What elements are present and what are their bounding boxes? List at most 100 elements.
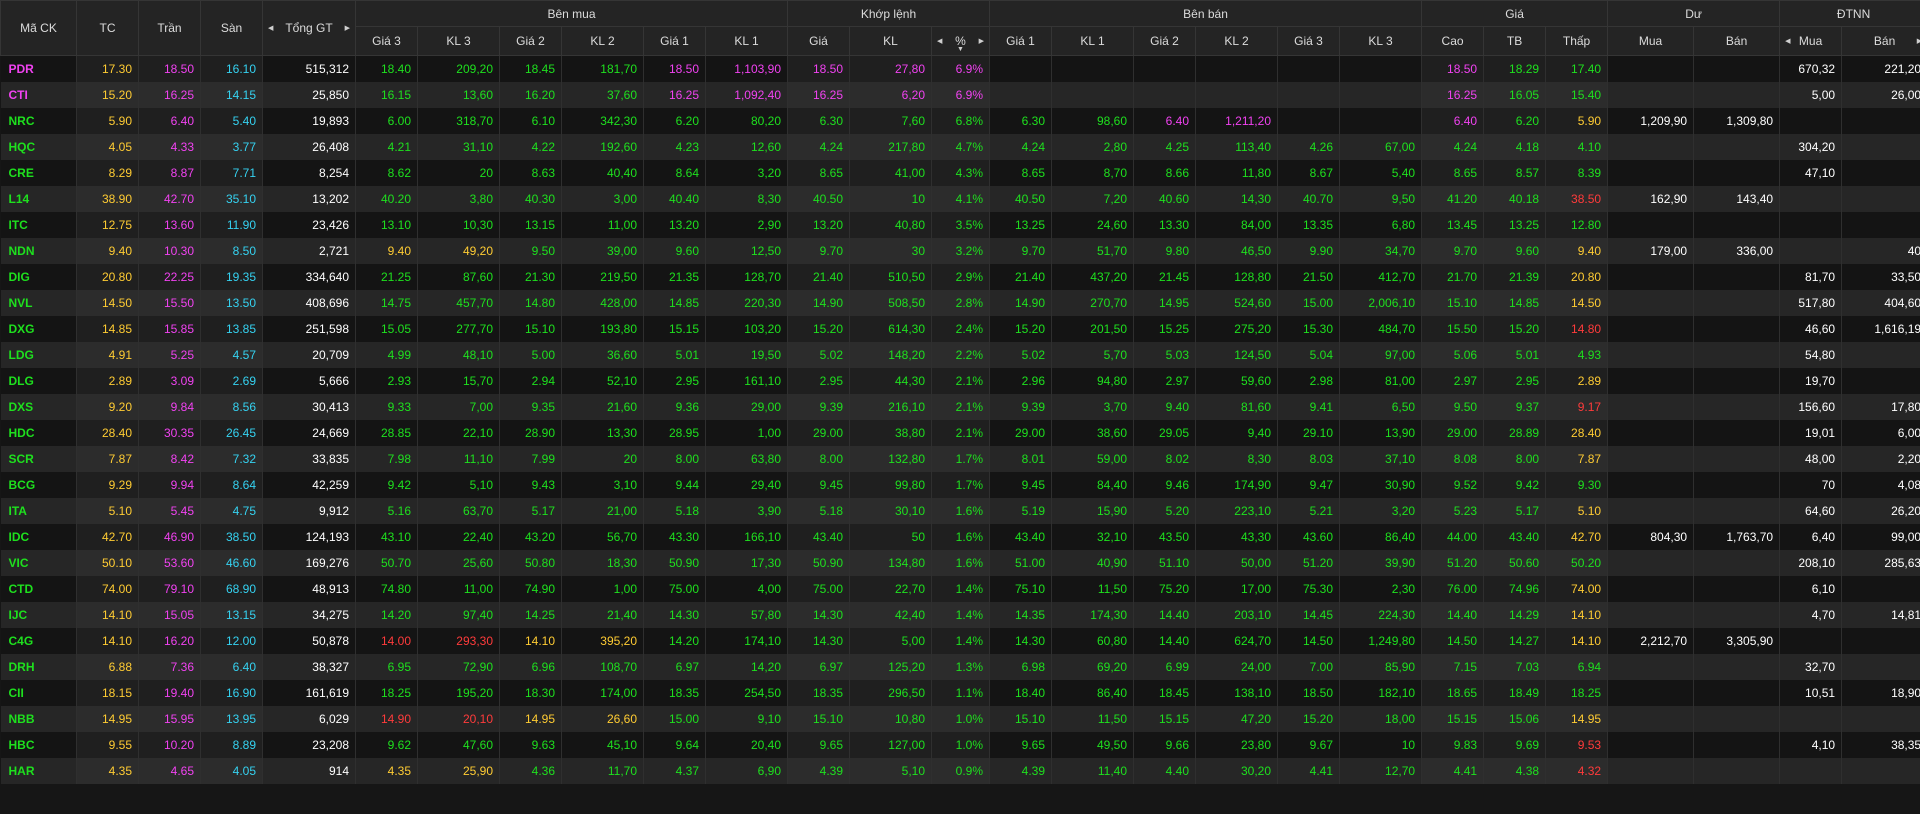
header-gia2-sell[interactable]: Giá 2 xyxy=(1133,26,1196,56)
header-cao[interactable]: Cao xyxy=(1421,26,1485,56)
sell1-volume-cell xyxy=(1051,82,1134,108)
table-row[interactable]: DLG 2.89 3.09 2.69 5,666 2.93 15,70 2.94 52,10 2.… xyxy=(0,368,1920,394)
floor-price-cell: 5.40 xyxy=(200,108,263,134)
total-value-cell: 161,619 xyxy=(262,680,356,706)
symbol-cell: CTD xyxy=(0,576,77,602)
buy3-volume-cell: 7,00 xyxy=(417,394,500,420)
table-row[interactable]: CII 18.15 19.40 16.90 161,619 18.25 195,20 18.3… xyxy=(0,680,1920,706)
table-row[interactable]: C4G 14.10 16.20 12.00 50,878 14.00 293,30 14.10… xyxy=(0,628,1920,654)
table-row[interactable]: CTD 74.00 79.10 68.90 48,913 74.80 11,00 74.90 1… xyxy=(0,576,1920,602)
header-gia3-buy[interactable]: Giá 3 xyxy=(355,26,418,56)
floor-price-cell: 13.95 xyxy=(200,706,263,732)
table-row[interactable]: CTI 15.20 16.25 14.15 25,850 16.15 13,60 16.20 3… xyxy=(0,82,1920,108)
header-du-mua[interactable]: Mua xyxy=(1607,26,1695,56)
high-price-cell: 51.20 xyxy=(1421,550,1485,576)
header-gia2-buy[interactable]: Giá 2 xyxy=(499,26,562,56)
match-pct-cell: 1.1% xyxy=(931,680,990,706)
match-price-cell: 15.20 xyxy=(787,316,850,342)
header-ben-mua: Bên mua xyxy=(355,0,788,27)
table-row[interactable]: VIC 50.10 53.60 46.60 169,276 50.70 25,60 50.80… xyxy=(0,550,1920,576)
header-tc[interactable]: TC xyxy=(76,0,139,56)
table-row[interactable]: HBC 9.55 10.20 8.89 23,208 9.62 47,60 9.63 45,10… xyxy=(0,732,1920,758)
low-price-cell: 42.70 xyxy=(1545,524,1609,550)
buy2-price-cell: 74.90 xyxy=(499,576,562,602)
total-value-cell: 26,408 xyxy=(262,134,356,160)
buy1-volume-cell: 80,20 xyxy=(705,108,788,134)
arrow-left-icon[interactable]: ◀ xyxy=(1785,37,1790,45)
header-tong-gt[interactable]: ◀ Tổng GT ▶ xyxy=(262,0,356,56)
foreign-sell-cell: 1,616,19 xyxy=(1841,316,1920,342)
foreign-sell-cell: 6,00 xyxy=(1841,420,1920,446)
table-row[interactable]: DRH 6.88 7.36 6.40 38,327 6.95 72,90 6.96 108,70… xyxy=(0,654,1920,680)
table-row[interactable]: ITA 5.10 5.45 4.75 9,912 5.16 63,70 5.17 21,00 5.… xyxy=(0,498,1920,524)
high-price-cell: 8.08 xyxy=(1421,446,1485,472)
header-match-price[interactable]: Giá xyxy=(787,26,850,56)
header-kl2-sell[interactable]: KL 2 xyxy=(1195,26,1278,56)
sell1-price-cell: 8.01 xyxy=(989,446,1052,472)
table-row[interactable]: NBB 14.95 15.95 13.95 6,029 14.90 20,10 14.95 26… xyxy=(0,706,1920,732)
sell1-price-cell: 43.40 xyxy=(989,524,1052,550)
sell2-volume-cell: 24,00 xyxy=(1195,654,1278,680)
header-kl3-sell[interactable]: KL 3 xyxy=(1338,26,1423,56)
table-row[interactable]: HQC 4.05 4.33 3.77 26,408 4.21 31,10 4.22 192,60… xyxy=(0,134,1920,160)
table-row[interactable]: DXS 9.20 9.84 8.56 30,413 9.33 7,00 9.35 21,60 9.… xyxy=(0,394,1920,420)
low-price-cell: 5.90 xyxy=(1545,108,1609,134)
header-gia1-buy[interactable]: Giá 1 xyxy=(643,26,706,56)
buy3-volume-cell: 63,70 xyxy=(417,498,500,524)
sort-down-icon[interactable]: ▼ xyxy=(957,46,964,53)
sell2-volume-cell: 524,60 xyxy=(1195,290,1278,316)
buy1-volume-cell: 6,90 xyxy=(705,758,788,784)
header-kl1-buy[interactable]: KL 1 xyxy=(705,26,788,56)
total-value-cell: 5,666 xyxy=(262,368,356,394)
high-price-cell: 7.15 xyxy=(1421,654,1485,680)
ref-price-cell: 12.75 xyxy=(76,212,139,238)
sell3-volume-cell: 3,20 xyxy=(1339,498,1423,524)
sell1-price-cell: 2.96 xyxy=(989,368,1052,394)
header-kl2-buy[interactable]: KL 2 xyxy=(561,26,644,56)
header-tran[interactable]: Trần xyxy=(138,0,201,56)
table-row[interactable]: NDN 9.40 10.30 8.50 2,721 9.40 49,20 9.50 39,00 9… xyxy=(0,238,1920,264)
header-match-volume[interactable]: KL xyxy=(849,26,932,56)
buy2-price-cell: 14.25 xyxy=(499,602,562,628)
sell1-volume-cell: 3,70 xyxy=(1051,394,1134,420)
header-match-pct[interactable]: ◀ % ▼ ▶ xyxy=(931,26,990,56)
surplus-buy-cell xyxy=(1607,550,1695,576)
foreign-buy-cell: 64,60 xyxy=(1779,498,1843,524)
header-du-ban[interactable]: Bán xyxy=(1693,26,1781,56)
header-kl3-buy[interactable]: KL 3 xyxy=(417,26,500,56)
buy3-volume-cell: 25,90 xyxy=(417,758,500,784)
sell2-volume-cell: 128,80 xyxy=(1195,264,1278,290)
arrow-right-icon[interactable]: ▶ xyxy=(979,37,984,45)
arrow-left-icon[interactable]: ◀ xyxy=(937,37,942,45)
header-nn-ban[interactable]: Bán ▶ xyxy=(1841,26,1920,56)
table-row[interactable]: SCR 7.87 8.42 7.32 33,835 7.98 11,10 7.99 20 8.00… xyxy=(0,446,1920,472)
table-row[interactable]: CRE 8.29 8.87 7.71 8,254 8.62 20 8.63 40,40 8.64 3… xyxy=(0,160,1920,186)
header-tb[interactable]: TB xyxy=(1483,26,1547,56)
table-row[interactable]: L14 38.90 42.70 35.10 13,202 40.20 3,80 40.30 3,… xyxy=(0,186,1920,212)
header-san[interactable]: Sàn xyxy=(200,0,263,56)
table-row[interactable]: IDC 42.70 46.90 38.50 124,193 43.10 22,40 43.20… xyxy=(0,524,1920,550)
arrow-right-icon[interactable]: ▶ xyxy=(345,24,350,32)
table-row[interactable]: DIG 20.80 22.25 19.35 334,640 21.25 87,60 21.30… xyxy=(0,264,1920,290)
buy3-price-cell: 2.93 xyxy=(355,368,418,394)
header-kl1-sell[interactable]: KL 1 xyxy=(1051,26,1134,56)
table-row[interactable]: NVL 14.50 15.50 13.50 408,696 14.75 457,70 14.8… xyxy=(0,290,1920,316)
table-row[interactable]: ITC 12.75 13.60 11.90 23,426 13.10 10,30 13.15 1… xyxy=(0,212,1920,238)
sell1-volume-cell: 7,20 xyxy=(1051,186,1134,212)
table-row[interactable]: IJC 14.10 15.05 13.15 34,275 14.20 97,40 14.25 2… xyxy=(0,602,1920,628)
surplus-sell-cell xyxy=(1693,446,1781,472)
header-nn-mua[interactable]: ◀ Mua xyxy=(1779,26,1843,56)
table-row[interactable]: PDR 17.30 18.50 16.10 515,312 18.40 209,20 18.4… xyxy=(0,55,1920,82)
table-row[interactable]: BCG 9.29 9.94 8.64 42,259 9.42 5,10 9.43 3,10 9.4… xyxy=(0,472,1920,498)
table-row[interactable]: HDC 28.40 30.35 26.45 24,669 28.85 22,10 28.90 1… xyxy=(0,420,1920,446)
arrow-left-icon[interactable]: ◀ xyxy=(268,24,273,32)
table-row[interactable]: LDG 4.91 5.25 4.57 20,709 4.99 48,10 5.00 36,60 5… xyxy=(0,342,1920,368)
header-thap[interactable]: Thấp xyxy=(1545,26,1609,56)
header-gia3-sell[interactable]: Giá 3 xyxy=(1277,26,1340,56)
table-row[interactable]: NRC 5.90 6.40 5.40 19,893 6.00 318,70 6.10 342,3… xyxy=(0,108,1920,134)
buy2-volume-cell: 3,10 xyxy=(561,472,644,498)
table-row[interactable]: DXG 14.85 15.85 13.85 251,598 15.05 277,70 15.1… xyxy=(0,316,1920,342)
header-mack[interactable]: Mã CK xyxy=(0,0,77,56)
table-row[interactable]: HAR 4.35 4.65 4.05 914 4.35 25,90 4.36 11,70 4.37… xyxy=(0,758,1920,784)
header-gia1-sell[interactable]: Giá 1 xyxy=(989,26,1052,56)
